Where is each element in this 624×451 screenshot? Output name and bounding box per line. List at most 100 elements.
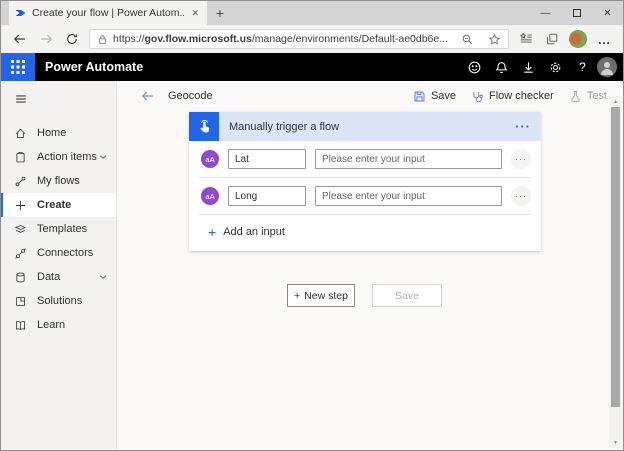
sidebar-collapse-button[interactable] (1, 87, 116, 111)
data-icon (14, 271, 27, 284)
trigger-card-header[interactable]: Manually trigger a flow ··· (189, 112, 541, 141)
flow-name: Geocode (168, 90, 213, 102)
help-button[interactable]: ? (569, 53, 596, 81)
sidebar-item-templates[interactable]: Templates (1, 217, 116, 241)
window-close-button[interactable]: ✕ (592, 1, 623, 25)
sidebar-item-label: My flows (37, 175, 80, 187)
browser-settings-more-button[interactable]: … (591, 32, 617, 47)
learn-icon (14, 319, 27, 332)
input-name-field[interactable] (228, 149, 306, 169)
browser-profile-avatar[interactable] (565, 30, 591, 48)
zoom-out-icon[interactable] (461, 33, 474, 46)
url-text: https://gov.flow.microsoft.us/manage/env… (113, 33, 448, 45)
app-header: Power Automate ? (1, 53, 623, 81)
new-tab-button[interactable]: + (207, 1, 233, 25)
account-avatar-button[interactable] (596, 53, 623, 81)
input-value-field[interactable] (315, 149, 502, 169)
flow-checker-label: Flow checker (489, 90, 554, 102)
sidebar-item-solutions[interactable]: Solutions (1, 289, 116, 313)
toolbar-save-button[interactable]: Save (413, 90, 456, 103)
trigger-input-row: aA ··· (189, 141, 541, 177)
favorite-star-icon[interactable] (488, 33, 501, 46)
text-type-badge-icon: aA (201, 150, 219, 168)
trigger-input-row: aA ··· (189, 178, 541, 214)
vertical-scrollbar[interactable]: ▲ ▼ (609, 96, 622, 448)
trigger-menu-button[interactable]: ··· (515, 120, 531, 133)
refresh-button[interactable] (59, 32, 85, 46)
solutions-icon (14, 295, 27, 308)
connectors-icon (14, 247, 27, 260)
chevron-down-icon (98, 152, 108, 162)
maximize-icon (572, 9, 581, 17)
sidebar-item-data[interactable]: Data (1, 265, 116, 289)
plus-icon: + (294, 289, 301, 302)
sidebar-item-create[interactable]: Create (1, 193, 116, 217)
flow-checker-button[interactable]: Flow checker (471, 90, 554, 103)
toolbar-save-label: Save (430, 90, 457, 102)
tab-strip: Create your flow | Power Autom... ✕ + — … (1, 1, 623, 25)
sidebar-item-action-items[interactable]: Action items (1, 145, 116, 169)
sidebar-item-label: Learn (37, 319, 66, 331)
my-flows-icon (14, 175, 27, 188)
scrollbar-thumb[interactable] (611, 107, 620, 407)
input-row-menu-button[interactable]: ··· (511, 186, 531, 206)
save-flow-button-disabled[interactable]: Save (372, 284, 442, 307)
address-bar[interactable]: https://gov.flow.microsoft.us/manage/env… (89, 29, 509, 49)
forward-button[interactable] (33, 32, 59, 46)
new-step-label: New step (304, 289, 348, 302)
sidebar-item-connectors[interactable]: Connectors (1, 241, 116, 265)
text-type-badge-icon: aA (201, 187, 219, 205)
trigger-card: Manually trigger a flow ··· aA ··· aA ··… (189, 112, 541, 251)
test-label: Test (586, 90, 607, 102)
download-button[interactable] (515, 53, 542, 81)
scroll-up-arrow-icon[interactable]: ▲ (609, 96, 622, 107)
browser-tab[interactable]: Create your flow | Power Autom... ✕ (9, 1, 207, 25)
tab-close-icon[interactable]: ✕ (189, 8, 201, 19)
feedback-smiley-button[interactable] (461, 53, 488, 81)
window-controls: — ✕ (530, 1, 623, 25)
chevron-down-icon (98, 272, 108, 282)
flow-toolbar: Geocode Save Flow checker Test (117, 85, 607, 107)
notifications-bell-button[interactable] (488, 53, 515, 81)
add-input-label: Add an input (223, 226, 285, 238)
create-icon (14, 199, 27, 212)
collections-icon[interactable] (539, 32, 565, 46)
sidebar-item-label: Templates (37, 223, 88, 235)
back-button[interactable] (7, 32, 33, 46)
sidebar-item-my-flows[interactable]: My flows (1, 169, 116, 193)
power-automate-favicon-icon (15, 7, 27, 19)
favorites-bar-icon[interactable] (513, 32, 539, 46)
input-name-field[interactable] (228, 186, 306, 206)
maximize-button[interactable] (561, 1, 592, 25)
sidebar-item-label: Action items (37, 151, 97, 163)
test-beaker-icon (569, 90, 582, 103)
app-launcher-waffle-button[interactable] (1, 53, 35, 81)
new-step-button[interactable]: + New step (287, 284, 355, 307)
flow-checker-stethoscope-icon (471, 90, 484, 103)
input-row-menu-button[interactable]: ··· (511, 149, 531, 169)
home-icon (14, 127, 27, 140)
tab-title: Create your flow | Power Autom... (32, 7, 185, 19)
account-avatar-icon (596, 57, 617, 77)
save-floppy-icon (413, 90, 426, 103)
profile-picture (569, 30, 587, 48)
browser-window: Create your flow | Power Autom... ✕ + — … (0, 0, 624, 451)
sidebar-item-label: Home (37, 127, 67, 139)
add-an-input-button[interactable]: + Add an input (189, 215, 541, 251)
input-value-field[interactable] (315, 186, 502, 206)
app-title: Power Automate (45, 60, 144, 74)
sidebar-item-learn[interactable]: Learn (1, 313, 116, 337)
browser-navbar: https://gov.flow.microsoft.us/manage/env… (1, 25, 623, 53)
sidebar-item-home[interactable]: Home (1, 121, 116, 145)
action-items-icon (14, 151, 27, 164)
sidebar-item-label: Solutions (37, 295, 83, 307)
back-to-flows-button[interactable] (141, 89, 155, 103)
sidebar-item-label: Data (37, 271, 61, 283)
minimize-button[interactable]: — (530, 1, 561, 25)
test-button[interactable]: Test (569, 90, 607, 103)
scroll-down-arrow-icon[interactable]: ▼ (609, 437, 622, 448)
settings-gear-button[interactable] (542, 53, 569, 81)
sidebar-item-label: Connectors (37, 247, 94, 259)
sidebar-nav: Home Action items My flows Create Templa… (1, 81, 117, 450)
templates-icon (14, 223, 27, 236)
